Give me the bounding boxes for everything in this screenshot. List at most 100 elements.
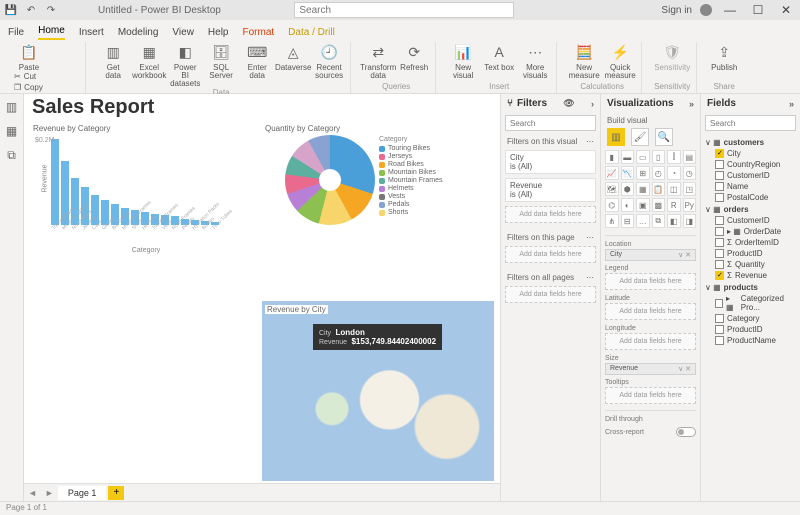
legend-item[interactable]: Vests xyxy=(379,193,442,200)
legend-item[interactable]: Jerseys xyxy=(379,153,442,160)
gallery-visual-icon[interactable]: ◨ xyxy=(683,214,697,228)
legend-item[interactable]: Mountain Frames xyxy=(379,177,442,184)
filter-card-revenue[interactable]: Revenueis (All) xyxy=(505,178,596,202)
field-OrderDate[interactable]: ▸ ▦OrderDate xyxy=(715,227,796,236)
signin-link[interactable]: Sign in xyxy=(661,5,692,16)
cut-button[interactable]: ✂ Cut xyxy=(14,72,79,81)
field-Name[interactable]: Name xyxy=(715,182,796,191)
gallery-visual-icon[interactable]: ◴ xyxy=(652,166,666,180)
more-icon[interactable]: ⋯ xyxy=(586,137,594,146)
quantity-by-category-chart[interactable]: Quantity by Category Category Touring Bi… xyxy=(262,121,494,301)
minimize-button[interactable]: — xyxy=(720,3,740,17)
field-OrderItemID[interactable]: ΣOrderItemID xyxy=(715,238,796,247)
gallery-visual-icon[interactable]: ◔ xyxy=(667,166,681,180)
gallery-visual-icon[interactable]: ▮ xyxy=(605,150,619,164)
gallery-visual-icon[interactable]: ▭ xyxy=(636,150,650,164)
field-CountryRegion[interactable]: CountryRegion xyxy=(715,160,796,169)
gallery-visual-icon[interactable]: ▣ xyxy=(636,198,650,212)
gallery-visual-icon[interactable]: ◐ xyxy=(621,198,635,212)
page-tab-1[interactable]: Page 1 xyxy=(58,486,107,500)
build-visual-icon[interactable]: ▥ xyxy=(607,128,625,146)
more-visuals-button[interactable]: ⋯More visuals xyxy=(520,42,550,80)
eye-icon[interactable]: 👁 xyxy=(563,98,574,109)
field-Category[interactable]: Category xyxy=(715,314,796,323)
gallery-visual-icon[interactable]: 📉 xyxy=(621,166,635,180)
gallery-visual-icon[interactable]: ◷ xyxy=(683,166,697,180)
cross-report-toggle[interactable] xyxy=(676,427,696,437)
save-icon[interactable]: 💾 xyxy=(4,3,18,17)
legend-dropzone[interactable]: Add data fields here xyxy=(605,273,696,290)
location-field-pill[interactable]: City∨ ✕ xyxy=(605,249,696,261)
gallery-visual-icon[interactable]: R xyxy=(667,198,681,212)
collapse-icon[interactable]: › xyxy=(591,99,594,109)
gallery-visual-icon[interactable]: ◫ xyxy=(667,182,681,196)
table-products[interactable]: ∨ ▦products xyxy=(705,283,796,292)
gallery-visual-icon[interactable]: ▬ xyxy=(621,150,635,164)
size-field-pill[interactable]: Revenue∨ ✕ xyxy=(605,363,696,375)
tab-home[interactable]: Home xyxy=(38,23,65,40)
gallery-visual-icon[interactable]: 🗺 xyxy=(605,182,619,196)
tab-datadrill[interactable]: Data / Drill xyxy=(288,25,335,40)
field-Revenue[interactable]: ΣRevenue xyxy=(715,271,796,280)
legend-item[interactable]: Shorts xyxy=(379,209,442,216)
field-City[interactable]: City xyxy=(715,149,796,158)
prev-page-icon[interactable]: ◄ xyxy=(24,488,41,498)
field-ProductID[interactable]: ProductID xyxy=(715,325,796,334)
tab-help[interactable]: Help xyxy=(208,25,229,40)
field-ProductID[interactable]: ProductID xyxy=(715,249,796,258)
filter-card-city[interactable]: Cityis (All) xyxy=(505,150,596,174)
redo-icon[interactable]: ↷ xyxy=(44,3,58,17)
filter-dropzone-all[interactable]: Add data fields here xyxy=(505,286,596,303)
sql-button[interactable]: 🗄SQL Server xyxy=(206,42,236,80)
legend-item[interactable]: Helmets xyxy=(379,185,442,192)
gallery-visual-icon[interactable]: ▦ xyxy=(636,182,650,196)
transform-data-button[interactable]: ⇄Transform data xyxy=(363,42,393,80)
titlebar-search-input[interactable] xyxy=(294,2,514,18)
gallery-visual-icon[interactable]: ▯ xyxy=(652,150,666,164)
tooltips-dropzone[interactable]: Add data fields here xyxy=(605,387,696,404)
analytics-icon[interactable]: 🔍 xyxy=(655,128,673,146)
maximize-button[interactable]: ☐ xyxy=(748,3,768,17)
field-CustomerID[interactable]: CustomerID xyxy=(715,171,796,180)
undo-icon[interactable]: ↶ xyxy=(24,3,38,17)
legend-item[interactable]: Road Bikes xyxy=(379,161,442,168)
revenue-by-city-map[interactable]: Revenue by City City London Revenue $153… xyxy=(262,301,494,481)
publish-button[interactable]: ⇪Publish xyxy=(709,42,739,72)
gallery-visual-icon[interactable]: ◳ xyxy=(683,182,697,196)
excel-button[interactable]: ▦Excel workbook xyxy=(134,42,164,80)
legend-item[interactable]: Touring Bikes xyxy=(379,145,442,152)
next-page-icon[interactable]: ► xyxy=(41,488,58,498)
revenue-by-category-chart[interactable]: Revenue by Category Revenue $0.2M Tourin… xyxy=(30,121,262,301)
longitude-dropzone[interactable]: Add data fields here xyxy=(605,333,696,350)
gallery-visual-icon[interactable]: ⊟ xyxy=(621,214,635,228)
text-box-button[interactable]: AText box xyxy=(484,42,514,72)
bar[interactable] xyxy=(51,139,59,225)
tab-view[interactable]: View xyxy=(172,25,194,40)
sensitivity-button[interactable]: 🛡Sensitivity xyxy=(657,42,687,72)
tab-modeling[interactable]: Modeling xyxy=(118,25,159,40)
gallery-visual-icon[interactable]: ⋔ xyxy=(605,214,619,228)
table-customers[interactable]: ∨ ▦customers xyxy=(705,138,796,147)
gallery-visual-icon[interactable]: ⬢ xyxy=(621,182,635,196)
dataverse-button[interactable]: ◬Dataverse xyxy=(278,42,308,72)
close-button[interactable]: ✕ xyxy=(776,3,796,17)
filters-search-input[interactable] xyxy=(505,115,596,131)
tab-insert[interactable]: Insert xyxy=(79,25,104,40)
fields-search-input[interactable] xyxy=(705,115,796,131)
paste-button[interactable]: 📋Paste xyxy=(14,42,44,72)
enter-data-button[interactable]: ⌨Enter data xyxy=(242,42,272,80)
gallery-visual-icon[interactable]: ⫿ xyxy=(667,150,681,164)
recent-sources-button[interactable]: 🕘Recent sources xyxy=(314,42,344,80)
gallery-visual-icon[interactable]: ⌬ xyxy=(605,198,619,212)
pbi-datasets-button[interactable]: ◧Power BI datasets xyxy=(170,42,200,88)
field-Quantity[interactable]: ΣQuantity xyxy=(715,260,796,269)
tab-file[interactable]: File xyxy=(8,25,24,40)
collapse-viz-icon[interactable]: » xyxy=(689,99,694,109)
legend-item[interactable]: Pedals xyxy=(379,201,442,208)
refresh-button[interactable]: ⟳Refresh xyxy=(399,42,429,72)
new-visual-button[interactable]: 📊New visual xyxy=(448,42,478,80)
legend-item[interactable]: Mountain Bikes xyxy=(379,169,442,176)
latitude-dropzone[interactable]: Add data fields here xyxy=(605,303,696,320)
get-data-button[interactable]: ▥Get data xyxy=(98,42,128,80)
field-CustomerID[interactable]: CustomerID xyxy=(715,216,796,225)
